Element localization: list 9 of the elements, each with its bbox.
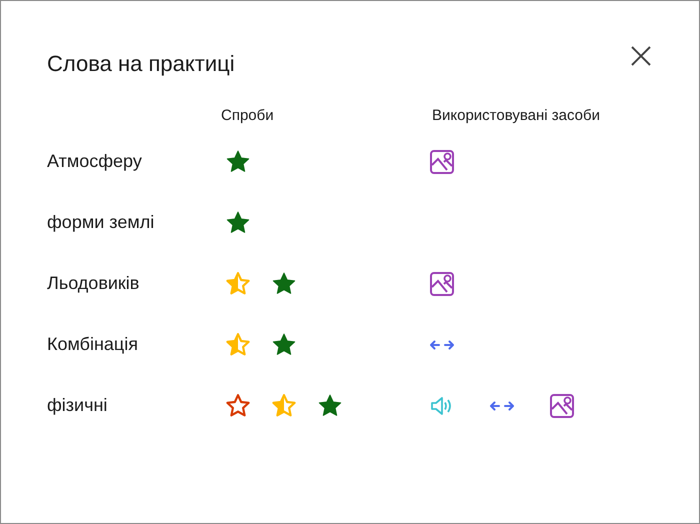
column-header: Використовувані засоби — [432, 107, 600, 124]
word-label: фізичні — [47, 395, 108, 415]
word-label: форми землі — [47, 212, 154, 232]
dialog-title: Слова на практиці — [47, 50, 235, 78]
close-button[interactable] — [629, 44, 653, 68]
column-header: Спроби — [221, 107, 274, 124]
word-label: Льодовиків — [47, 273, 140, 293]
word-label: Атмосферу — [47, 151, 142, 171]
word-label: Комбінація — [47, 334, 138, 354]
